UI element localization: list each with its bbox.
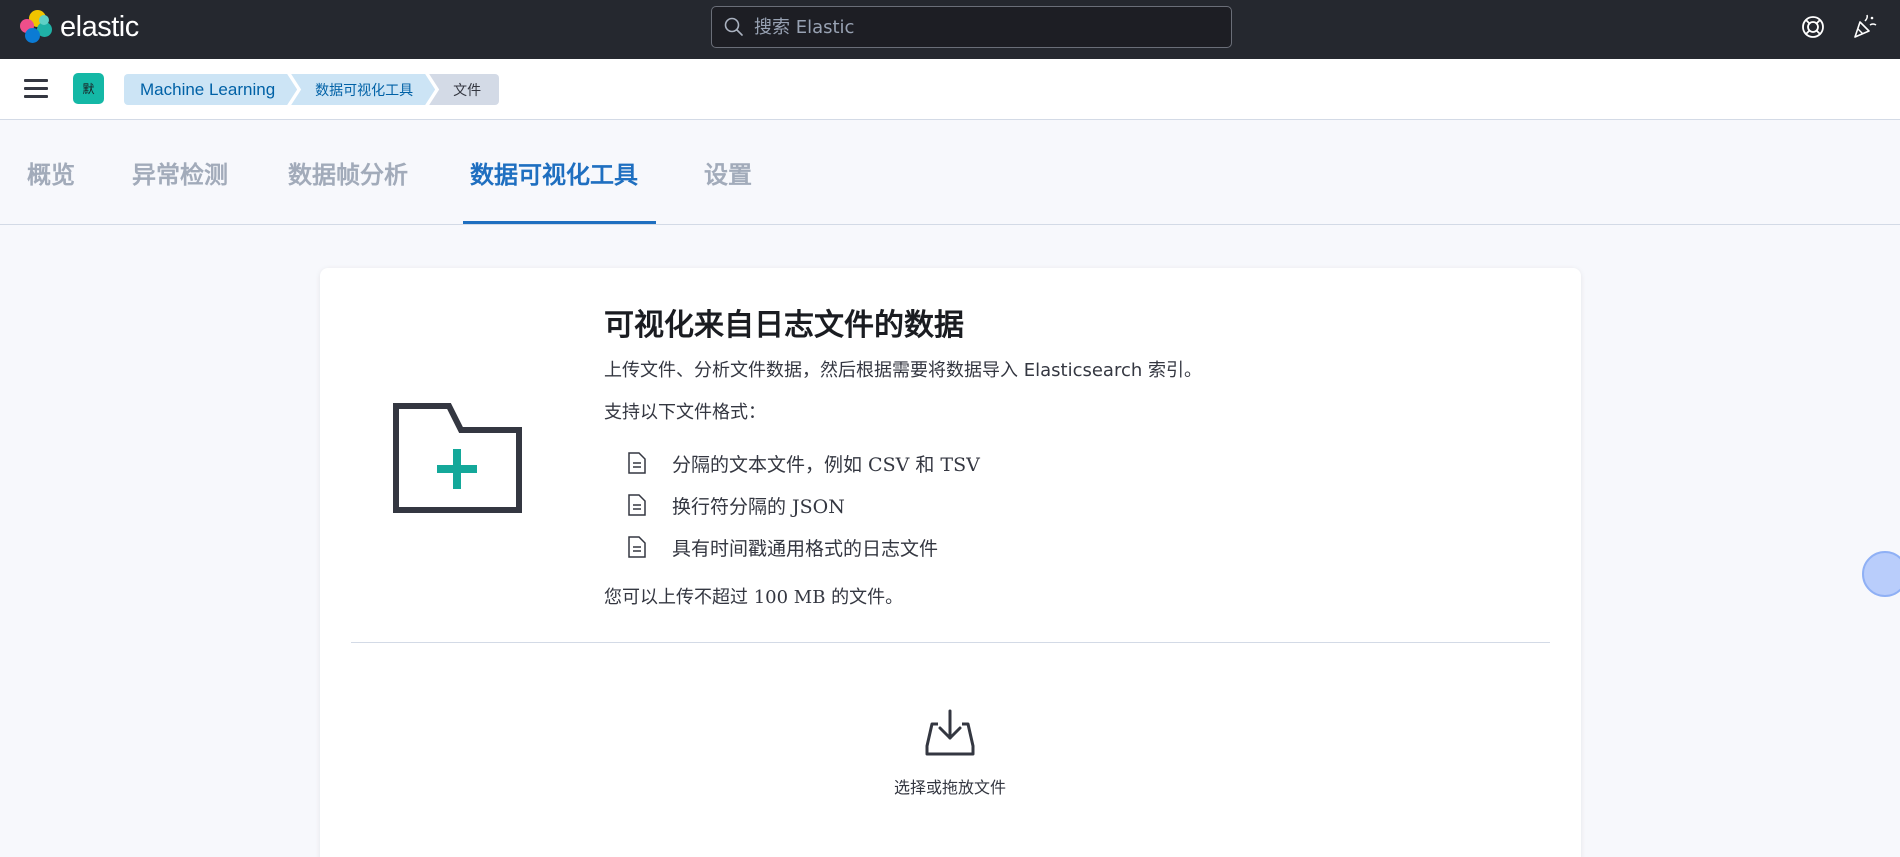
tab-overview[interactable]: 概览 (27, 120, 75, 225)
supported-formats-label: 支持以下文件格式： (604, 402, 766, 423)
menu-bar-icon (24, 79, 48, 82)
page-title: 可视化来自日志文件的数据 (604, 308, 964, 343)
document-icon (628, 452, 646, 474)
format-label: 换行符分隔的 JSON (672, 495, 845, 518)
format-label: 具有时间戳通用格式的日志文件 (672, 537, 939, 560)
tab-anomaly-detection[interactable]: 异常检测 (132, 120, 228, 225)
top-header: elastic (0, 0, 1900, 59)
breadcrumb-bar: 默 Machine Learning 数据可视化工具 文件 (0, 59, 1900, 120)
menu-bar-icon (24, 87, 48, 90)
menu-bar-icon (24, 95, 48, 98)
breadcrumb-file: 文件 (429, 74, 500, 105)
newsfeed-icon[interactable] (1851, 14, 1877, 40)
file-size-limit-text: 您可以上传不超过 100 MB 的文件。 (604, 587, 904, 608)
active-tab-indicator (463, 221, 656, 224)
folder-add-icon (393, 403, 522, 513)
search-input[interactable] (754, 16, 1214, 38)
description-product: Elasticsearch (1023, 360, 1143, 381)
description-suffix: 索引。 (1142, 360, 1202, 381)
list-item: 分隔的文本文件，例如 CSV 和 TSV (626, 442, 980, 484)
menu-toggle-button[interactable] (24, 79, 48, 99)
document-icon (628, 494, 646, 516)
list-item: 换行符分隔的 JSON (626, 484, 980, 526)
description-prefix: 上传文件、分析文件数据，然后根据需要将数据导入 (604, 360, 1024, 381)
file-dropzone[interactable]: 选择或拖放文件 (820, 708, 1080, 808)
document-icon (628, 536, 646, 558)
breadcrumb-data-visualizer[interactable]: 数据可视化工具 (291, 74, 435, 105)
elastic-logo[interactable]: elastic (20, 10, 139, 44)
tab-settings[interactable]: 设置 (704, 120, 752, 225)
floating-helper-button[interactable] (1862, 551, 1900, 597)
help-icon[interactable] (1800, 14, 1826, 40)
elastic-logo-icon (20, 10, 54, 44)
list-item: 具有时间戳通用格式的日志文件 (626, 526, 980, 568)
ml-tabs: 概览 异常检测 数据帧分析 数据可视化工具 设置 (0, 120, 1900, 225)
search-icon (724, 17, 743, 36)
breadcrumb-machine-learning[interactable]: Machine Learning (124, 74, 297, 105)
tab-data-visualizer[interactable]: 数据可视化工具 (470, 120, 638, 225)
logo-text: elastic (60, 10, 139, 43)
divider (351, 642, 1550, 643)
file-upload-card: 可视化来自日志文件的数据 上传文件、分析文件数据，然后根据需要将数据导入 Ela… (320, 268, 1581, 857)
import-icon (925, 709, 975, 756)
tab-data-frame-analytics[interactable]: 数据帧分析 (288, 120, 408, 225)
space-avatar[interactable]: 默 (73, 73, 104, 104)
dropzone-label: 选择或拖放文件 (893, 778, 1006, 797)
format-label: 分隔的文本文件，例如 CSV 和 TSV (672, 453, 980, 476)
page-description: 上传文件、分析文件数据，然后根据需要将数据导入 Elasticsearch 索引… (604, 356, 1202, 382)
format-list: 分隔的文本文件，例如 CSV 和 TSV 换行符分隔的 JSON 具有时间戳通用… (626, 442, 980, 568)
breadcrumb: Machine Learning 数据可视化工具 文件 (124, 74, 501, 105)
global-search[interactable] (711, 6, 1232, 48)
